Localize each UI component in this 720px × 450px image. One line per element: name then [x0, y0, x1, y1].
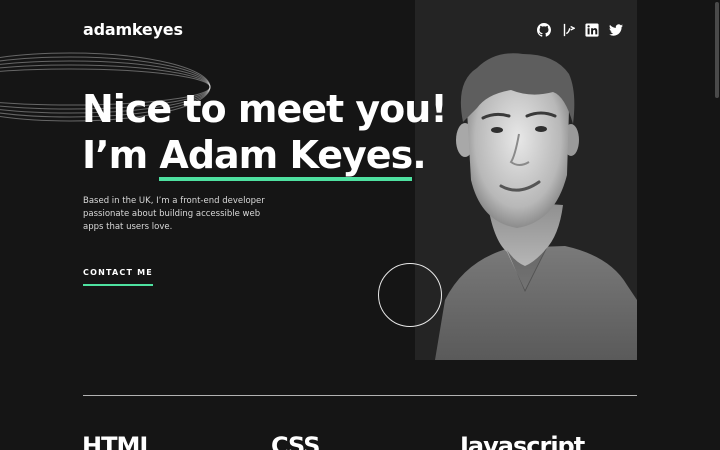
- social-links: [537, 23, 623, 37]
- intro-text: Based in the UK, I’m a front-end develop…: [83, 196, 265, 232]
- frontend-mentor-icon[interactable]: [561, 23, 575, 37]
- linkedin-icon[interactable]: [585, 23, 599, 37]
- profile-photo: [415, 0, 637, 360]
- skill-title-html: HTML: [82, 432, 155, 450]
- headline-name: Adam Keyes: [159, 133, 413, 181]
- decorative-circle: [378, 263, 442, 327]
- skill-title-javascript: Javascript: [460, 432, 585, 450]
- portrait-image: [435, 53, 637, 360]
- headline-prefix: I’m: [82, 133, 160, 177]
- scrollbar-thumb[interactable]: [715, 2, 719, 98]
- contact-me-link[interactable]: CONTACT ME: [83, 268, 153, 286]
- headline-line-2: I’m Adam Keyes.: [82, 132, 447, 181]
- skill-title-css: CSS: [271, 432, 321, 450]
- github-icon[interactable]: [537, 23, 551, 37]
- twitter-icon[interactable]: [609, 23, 623, 37]
- site-logo[interactable]: adamkeyes: [83, 20, 183, 39]
- scrollbar[interactable]: [714, 0, 720, 450]
- headline-suffix: .: [412, 133, 426, 177]
- section-divider: [83, 395, 637, 396]
- headline-line-1: Nice to meet you!: [82, 87, 448, 131]
- hero-headline: Nice to meet you! I’m Adam Keyes.: [82, 86, 448, 181]
- portfolio-page: adamkeyes Nice to meet you! I’m Adam Key…: [0, 0, 720, 450]
